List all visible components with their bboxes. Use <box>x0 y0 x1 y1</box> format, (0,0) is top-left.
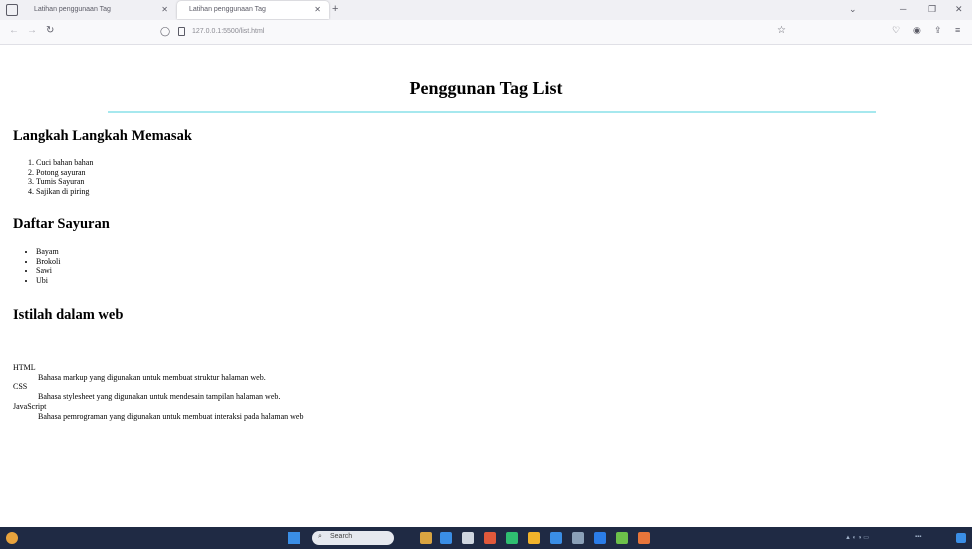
close-tab-icon[interactable]: ✕ <box>314 5 321 14</box>
search-label: Search <box>330 533 353 540</box>
title-divider <box>108 111 876 113</box>
tab-label: Latihan penggunaan Tag <box>189 6 266 13</box>
extensions-icon[interactable]: ⇪ <box>934 25 942 36</box>
list-item: Sawi <box>36 266 60 276</box>
weather-icon[interactable] <box>6 532 18 544</box>
app-icon[interactable] <box>484 532 496 544</box>
pocket-icon[interactable]: ♡ <box>892 25 900 36</box>
term-html: HTML <box>13 363 36 372</box>
edge-icon[interactable] <box>440 532 452 544</box>
list-item: Potong sayuran <box>36 168 93 178</box>
term-description: Bahasa markup yang digunakan untuk membu… <box>38 372 266 382</box>
tracking-shield-icon[interactable]: ◯ <box>160 26 170 37</box>
new-tab-icon[interactable]: + <box>332 3 338 15</box>
back-icon[interactable]: ← <box>9 25 19 36</box>
mail-icon[interactable] <box>550 532 562 544</box>
address-bar[interactable]: ◯ 127.0.0.1:5500/list.html ☆ <box>156 24 796 40</box>
tab-label: Latihan penggunaan Tag <box>34 6 111 13</box>
tab-overview-icon[interactable] <box>6 4 18 16</box>
list-item: Cuci bahan bahan <box>36 158 93 168</box>
menu-icon[interactable]: ≡ <box>955 25 960 35</box>
taskbar-search[interactable]: ⌕ Search <box>312 531 394 545</box>
chevron-down-icon[interactable]: ⌄ <box>849 4 857 15</box>
section-heading-web-terms: Istilah dalam web <box>13 307 124 323</box>
list-item: Ubi <box>36 276 60 286</box>
vegetable-list: Bayam Brokoli Sawi Ubi <box>20 247 60 285</box>
forward-icon[interactable]: → <box>27 25 37 36</box>
search-icon: ⌕ <box>318 533 322 540</box>
vscode-icon[interactable] <box>594 532 606 544</box>
list-item: Tumis Sayuran <box>36 177 93 187</box>
page-title: Penggunan Tag List <box>409 78 563 98</box>
close-tab-icon[interactable]: ✕ <box>161 5 168 14</box>
nav-toolbar: ← → ↻ ◯ 127.0.0.1:5500/list.html ☆ ♡ ◉ ⇪… <box>0 20 972 45</box>
term-description: Bahasa stylesheet yang digunakan untuk m… <box>38 392 281 402</box>
notification-icon[interactable] <box>956 533 966 543</box>
firefox-icon[interactable] <box>638 532 650 544</box>
taskbar: ⌕ Search ▲ ◐ ◑ ▭ ▪▪▪ <box>0 527 972 549</box>
page-info-icon[interactable] <box>178 27 185 36</box>
tab-strip: Latihan penggunaan Tag ✕ Latihan penggun… <box>0 0 972 20</box>
account-icon[interactable]: ◉ <box>913 25 921 36</box>
app-icon[interactable] <box>616 532 628 544</box>
minimize-icon[interactable]: ─ <box>900 4 906 14</box>
section-heading-cooking-steps: Langkah Langkah Memasak <box>13 128 192 144</box>
close-window-icon[interactable]: ✕ <box>955 4 963 15</box>
bookmark-star-icon[interactable]: ☆ <box>777 25 786 36</box>
tab-latihan-1[interactable]: Latihan penggunaan Tag ✕ <box>22 1 176 19</box>
system-tray-icons[interactable]: ▲ ◐ ◑ ▭ <box>845 534 869 541</box>
maximize-icon[interactable]: ❐ <box>928 4 936 15</box>
term-description: Bahasa pemrograman yang digunakan untuk … <box>38 411 304 421</box>
list-item: Bayam <box>36 247 60 257</box>
page-content: Penggunan Tag List Langkah Langkah Memas… <box>0 45 972 527</box>
section-heading-vegetable-list: Daftar Sayuran <box>13 216 110 232</box>
reload-icon[interactable]: ↻ <box>46 25 54 36</box>
windows-start-icon[interactable] <box>288 532 300 544</box>
url-text[interactable]: 127.0.0.1:5500/list.html <box>192 28 264 35</box>
taskview-icon[interactable] <box>462 532 474 544</box>
list-item: Brokoli <box>36 257 60 267</box>
folder-icon[interactable] <box>528 532 540 544</box>
tab-latihan-2-active[interactable]: Latihan penggunaan Tag ✕ <box>177 1 329 19</box>
term-javascript: JavaScript <box>13 401 47 411</box>
term-css: CSS <box>13 382 28 392</box>
cooking-steps-list: Cuci bahan bahan Potong sayuran Tumis Sa… <box>20 158 93 196</box>
chrome-icon[interactable] <box>572 532 584 544</box>
file-explorer-icon[interactable] <box>420 532 432 544</box>
list-item: Sajikan di piring <box>36 187 93 197</box>
web-terms-definition-list: HTML Bahasa markup yang digunakan untuk … <box>13 363 303 421</box>
clock[interactable]: ▪▪▪ <box>915 534 921 540</box>
spotify-icon[interactable] <box>506 532 518 544</box>
